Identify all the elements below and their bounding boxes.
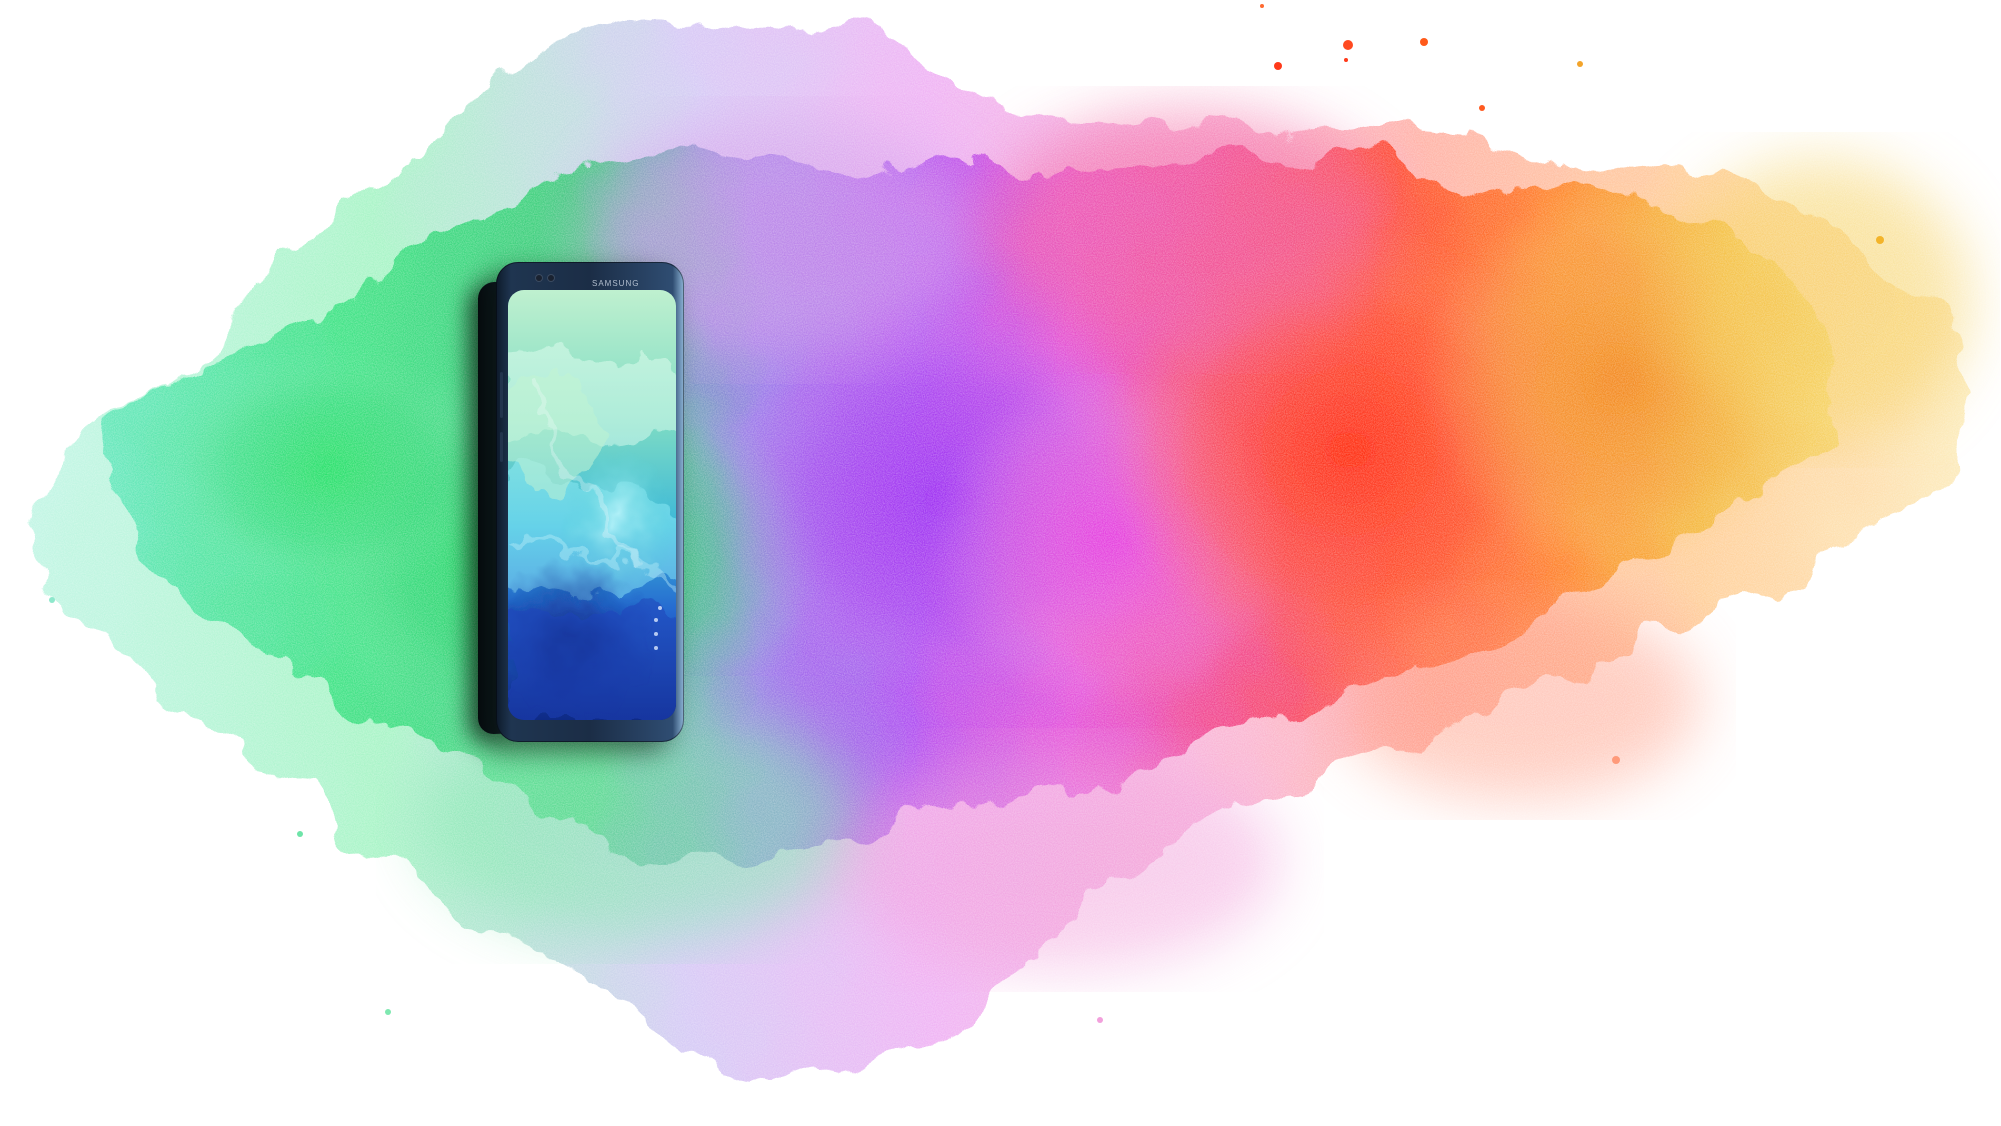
watercolor-splash — [0, 0, 2001, 1126]
phone-bixby-button — [500, 432, 503, 462]
phone-screen — [508, 290, 676, 720]
phone-wallpaper — [508, 290, 676, 720]
phone-top-bezel: SAMSUNG — [532, 272, 672, 288]
front-camera-icon — [536, 275, 542, 281]
iris-sensor-icon — [548, 275, 554, 281]
phone-brand-label: SAMSUNG — [592, 279, 640, 288]
scene: SAMSUNG — [0, 0, 2001, 1126]
smartphone: SAMSUNG — [478, 262, 696, 742]
phone-volume-button — [500, 372, 503, 418]
splash-texture — [0, 0, 2001, 1126]
